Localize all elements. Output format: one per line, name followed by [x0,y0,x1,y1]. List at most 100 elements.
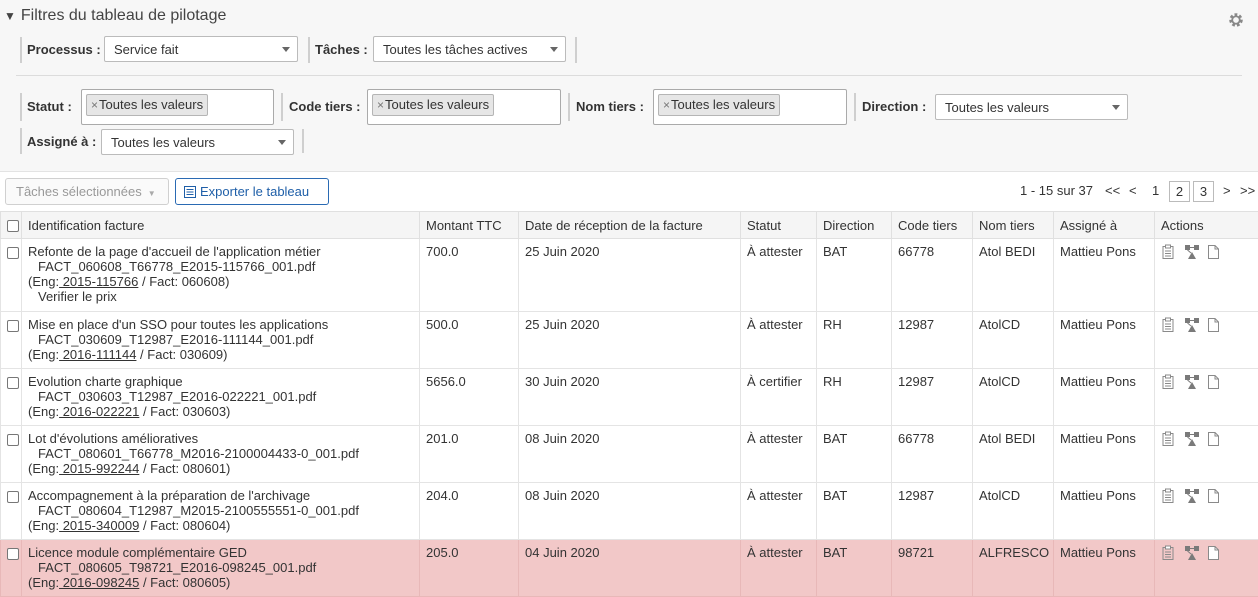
row-checkbox[interactable] [7,320,19,332]
table-row[interactable]: Refonte de la page d'accueil de l'applic… [1,239,1258,312]
row-checkbox[interactable] [7,491,19,503]
actions-cell [1155,540,1258,597]
code-tiers-chip[interactable]: ×Toutes les valeurs [372,94,494,116]
clipboard-icon[interactable] [1161,244,1175,260]
assigne-select[interactable]: Toutes les valeurs [101,129,294,155]
first-page-link[interactable]: << [1105,183,1120,198]
taches-value: Toutes les tâches actives [383,42,528,57]
export-button[interactable]: Exporter le tableau [175,178,329,205]
row-select-cell [1,426,22,483]
fact-ref: / Fact: 080604) [139,518,230,533]
workflow-icon[interactable] [1184,431,1198,447]
document-icon[interactable] [1207,244,1221,260]
export-label: Exporter le tableau [200,184,309,199]
separator [308,37,310,63]
workflow-icon[interactable] [1184,244,1198,260]
engagement-link[interactable]: 2015-115766 [59,274,138,289]
next-page-link[interactable]: > [1223,183,1231,198]
row-checkbox[interactable] [7,247,19,259]
eng-prefix: (Eng: [28,575,59,590]
separator [302,129,304,153]
filters-toggle[interactable]: ▼Filtres du tableau de pilotage [4,7,226,25]
montant-cell: 201.0 [420,426,519,483]
actions-cell [1155,239,1258,312]
document-icon[interactable] [1207,488,1221,504]
statut-multiselect[interactable]: ×Toutes les valeurs [81,89,274,125]
document-icon[interactable] [1207,374,1221,390]
statut-cell: À attester [741,426,817,483]
column-header[interactable]: Direction [817,212,892,239]
identification-cell: Mise en place d'un SSO pour toutes les a… [22,312,420,369]
page-1-link[interactable]: 1 [1152,183,1159,198]
remove-chip-icon[interactable]: × [663,98,670,112]
taches-label: Tâches : [315,42,368,57]
statut-label: Statut : [27,99,72,114]
column-header[interactable]: Nom tiers [973,212,1054,239]
processus-value: Service fait [114,42,178,57]
clipboard-icon[interactable] [1161,317,1175,333]
table-row[interactable]: Mise en place d'un SSO pour toutes les a… [1,312,1258,369]
nom-tiers-chip[interactable]: ×Toutes les valeurs [658,94,780,116]
page-2-link[interactable]: 2 [1169,181,1190,202]
engagement-link[interactable]: 2016-111144 [59,347,136,362]
column-header[interactable]: Identification facture [22,212,420,239]
invoice-title: Accompagnement à la préparation de l'arc… [28,488,413,503]
document-icon[interactable] [1207,431,1221,447]
workflow-icon[interactable] [1184,488,1198,504]
workflow-icon[interactable] [1184,374,1198,390]
taches-select[interactable]: Toutes les tâches actives [373,36,566,62]
column-header[interactable]: Date de réception de la facture [519,212,741,239]
select-all-checkbox[interactable] [7,220,19,232]
column-header[interactable]: Assigné à [1054,212,1155,239]
invoice-refs: (Eng: 2015-992244 / Fact: 080601) [28,461,413,476]
clipboard-icon[interactable] [1161,545,1175,561]
nom-tiers-cell: AtolCD [973,483,1054,540]
taches-selectionnees-button[interactable]: Tâches sélectionnées▼ [5,178,169,205]
table-row[interactable]: Licence module complémentaire GEDFACT_08… [1,540,1258,597]
clipboard-icon[interactable] [1161,374,1175,390]
filters-title: Filtres du tableau de pilotage [21,7,226,24]
prev-page-link[interactable]: < [1129,183,1137,198]
engagement-link[interactable]: 2015-340009 [59,518,139,533]
column-header[interactable]: Statut [741,212,817,239]
actions-cell [1155,312,1258,369]
direction-select[interactable]: Toutes les valeurs [935,94,1128,120]
column-header[interactable]: Code tiers [892,212,973,239]
invoice-title: Lot d'évolutions amélioratives [28,431,413,446]
nom-tiers-multiselect[interactable]: ×Toutes les valeurs [653,89,847,125]
identification-cell: Licence module complémentaire GEDFACT_08… [22,540,420,597]
table-row[interactable]: Accompagnement à la préparation de l'arc… [1,483,1258,540]
separator [20,128,22,154]
engagement-link[interactable]: 2015-992244 [59,461,139,476]
remove-chip-icon[interactable]: × [377,98,384,112]
invoice-refs: (Eng: 2015-340009 / Fact: 080604) [28,518,413,533]
last-page-link[interactable]: >> [1240,183,1255,198]
document-icon[interactable] [1207,545,1221,561]
engagement-link[interactable]: 2016-098245 [59,575,139,590]
table-row[interactable]: Lot d'évolutions améliorativesFACT_08060… [1,426,1258,483]
assigne-cell: Mattieu Pons [1054,369,1155,426]
workflow-icon[interactable] [1184,545,1198,561]
table-row[interactable]: Evolution charte graphiqueFACT_030603_T1… [1,369,1258,426]
row-checkbox[interactable] [7,434,19,446]
remove-chip-icon[interactable]: × [91,98,98,112]
montant-cell: 204.0 [420,483,519,540]
column-header[interactable]: Montant TTC [420,212,519,239]
pagination-summary: 1 - 15 sur 37 [1020,183,1093,198]
row-checkbox[interactable] [7,377,19,389]
page-3-link[interactable]: 3 [1193,181,1214,202]
workflow-icon[interactable] [1184,317,1198,333]
clipboard-icon[interactable] [1161,488,1175,504]
processus-select[interactable]: Service fait [104,36,298,62]
separator [568,93,570,121]
clipboard-icon[interactable] [1161,431,1175,447]
nom-tiers-label: Nom tiers : [576,99,644,114]
statut-chip[interactable]: ×Toutes les valeurs [86,94,208,116]
montant-cell: 700.0 [420,239,519,312]
code-tiers-multiselect[interactable]: ×Toutes les valeurs [367,89,561,125]
engagement-link[interactable]: 2016-022221 [59,404,139,419]
fact-ref: / Fact: 080601) [139,461,230,476]
document-icon[interactable] [1207,317,1221,333]
gear-icon[interactable] [1227,11,1245,29]
row-checkbox[interactable] [7,548,19,560]
